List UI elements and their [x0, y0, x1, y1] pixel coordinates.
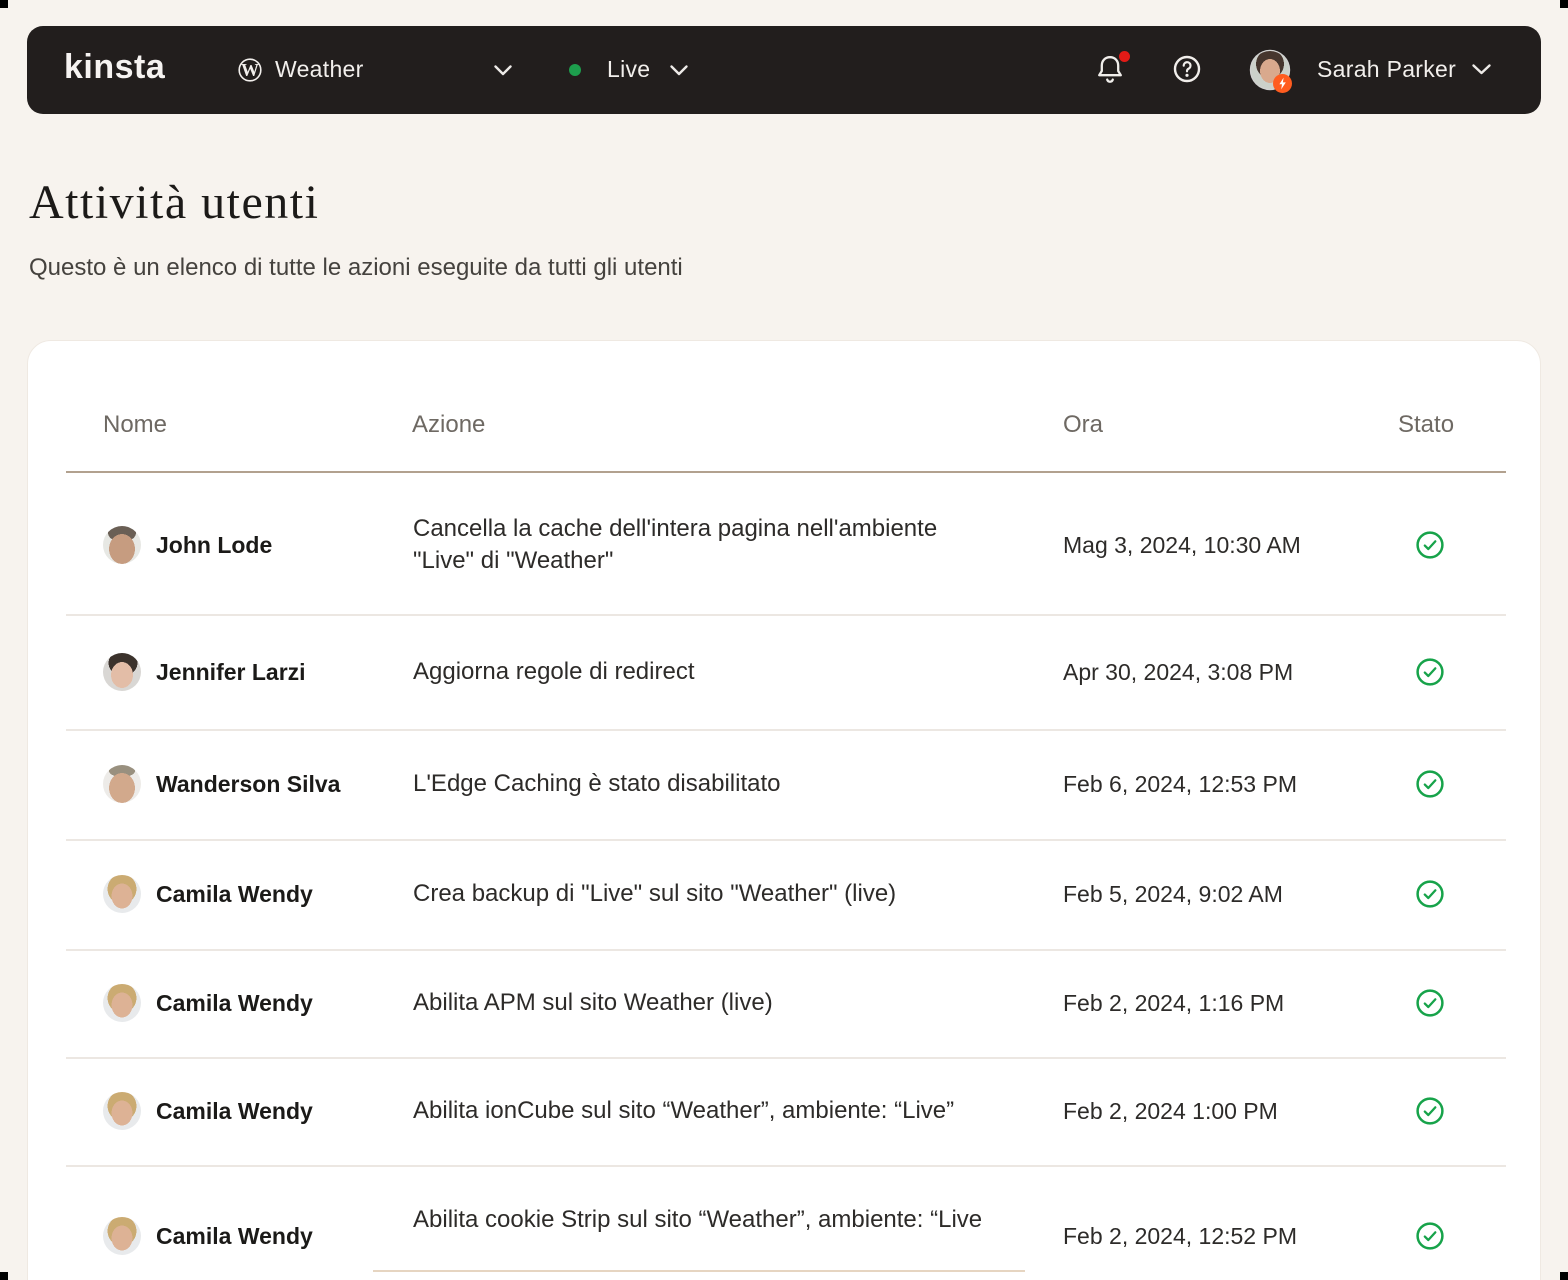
svg-text:W: W — [241, 60, 259, 80]
